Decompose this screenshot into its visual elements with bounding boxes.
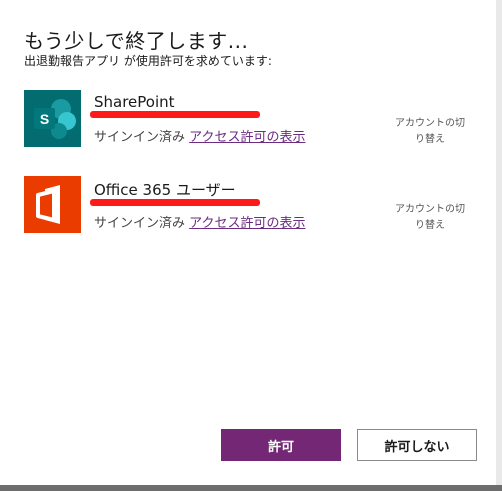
connection-name: Office 365 ユーザー [94,181,236,199]
signed-in-status: サインイン済み アクセス許可の表示 [94,126,306,145]
signed-in-status: サインイン済み アクセス許可の表示 [94,212,306,231]
switch-account-link[interactable]: アカウントの切 り替え [390,202,470,234]
redacted-account [90,111,260,118]
view-permissions-link[interactable]: アクセス許可の表示 [189,130,305,145]
allow-button[interactable]: 許可 [221,429,341,461]
permission-dialog: もう少しで終了します... 出退勤報告アプリ が使用許可を求めています: S S… [0,0,497,485]
switch-account-label-line1: アカウントの切 [395,204,465,215]
connection-sharepoint: S SharePoint サインイン済み アクセス許可の表示 アカウントの切 り… [24,90,484,150]
switch-account-label-line1: アカウントの切 [395,118,465,129]
office365-icon [24,176,81,233]
redacted-account [90,199,260,206]
deny-button[interactable]: 許可しない [357,429,477,461]
window-edge-right [496,0,502,491]
sharepoint-icon: S [24,90,81,147]
switch-account-label-line2: り替え [415,134,445,145]
window-edge-bottom [0,485,502,491]
dialog-subtitle: 出退勤報告アプリ が使用許可を求めています: [24,54,272,68]
connection-name: SharePoint [94,93,175,111]
signed-in-label: サインイン済み [94,130,186,145]
view-permissions-link[interactable]: アクセス許可の表示 [189,216,305,231]
dialog-title: もう少しで終了します... [24,29,249,53]
svg-text:S: S [40,111,49,127]
switch-account-label-line2: り替え [415,220,445,231]
signed-in-label: サインイン済み [94,216,186,231]
switch-account-link[interactable]: アカウントの切 り替え [390,116,470,148]
connection-office365: Office 365 ユーザー サインイン済み アクセス許可の表示 アカウントの… [24,176,484,236]
